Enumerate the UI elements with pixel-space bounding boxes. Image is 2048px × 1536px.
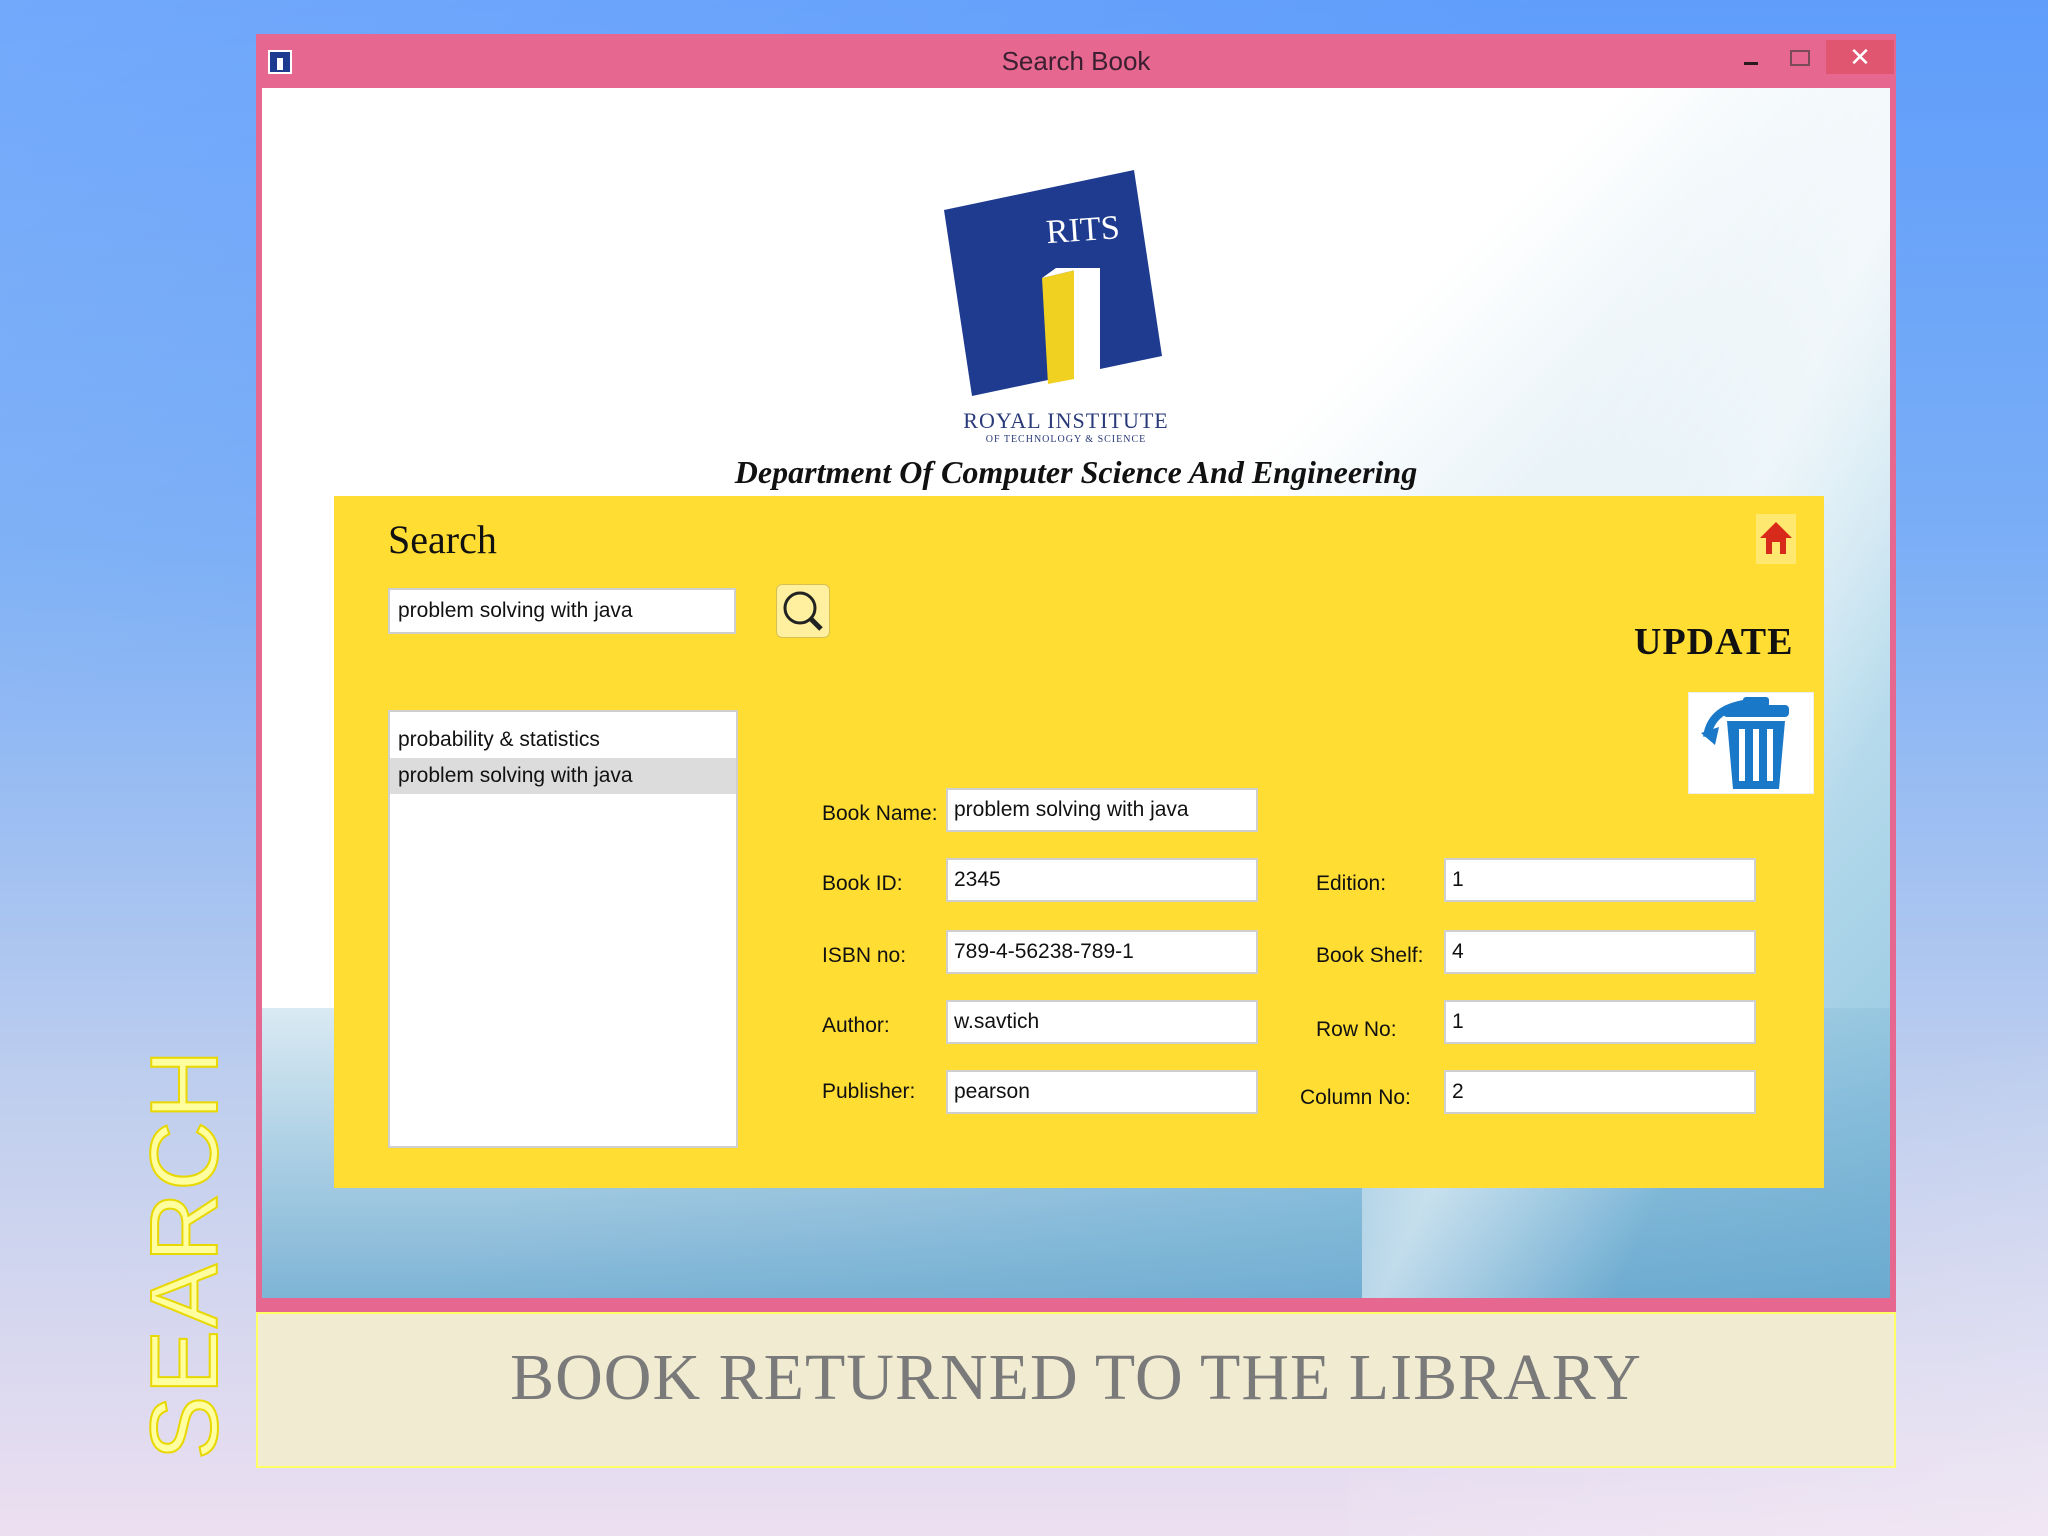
home-icon [1760,522,1792,554]
update-label[interactable]: UPDATE [1634,620,1793,664]
column-no-field[interactable] [1444,1070,1756,1114]
author-label: Author: [822,1014,890,1037]
search-results-list[interactable]: probability & statistics problem solving… [388,710,738,1148]
row-no-field[interactable] [1444,1000,1756,1044]
title-bar[interactable]: Search Book ✕ [256,34,1896,88]
close-button[interactable]: ✕ [1826,40,1894,74]
book-shelf-field[interactable] [1444,930,1756,974]
search-book-window: Search Book ✕ RITS ROYAL INSTITUTE OF TE… [256,34,1896,1312]
publisher-field[interactable] [946,1070,1258,1114]
edition-label: Edition: [1316,872,1387,895]
delete-button[interactable] [1688,692,1814,794]
search-panel: Search UPDATE [334,496,1824,1188]
magnifier-icon [783,591,823,631]
search-button[interactable] [776,584,830,638]
home-button[interactable] [1756,514,1796,564]
department-title: Department Of Computer Science And Engin… [734,454,1418,490]
list-item[interactable]: probability & statistics [390,722,736,758]
book-name-field[interactable] [946,788,1258,832]
window-content: RITS ROYAL INSTITUTE OF TECHNOLOGY & SCI… [262,88,1890,1298]
publisher-label: Publisher: [822,1080,916,1103]
book-id-label: Book ID: [822,872,903,895]
institute-name: ROYAL INSTITUTE [963,408,1169,433]
minimize-button[interactable] [1726,40,1774,74]
row-no-label: Row No: [1316,1018,1397,1041]
slide-title: SEARCH [130,1047,239,1461]
book-name-label: Book Name: [822,802,938,825]
rits-logo: RITS [944,170,1162,396]
list-item[interactable]: problem solving with java [390,758,736,794]
maximize-button[interactable] [1774,40,1822,74]
column-no-label: Column No: [1300,1086,1411,1109]
book-shelf-label: Book Shelf: [1316,944,1424,967]
window-title: Search Book [1001,46,1151,76]
isbn-field[interactable] [946,930,1258,974]
institute-subtitle: OF TECHNOLOGY & SCIENCE [985,434,1147,445]
book-id-field[interactable] [946,858,1258,902]
author-field[interactable] [946,1000,1258,1044]
isbn-label: ISBN no: [822,944,907,967]
edition-field[interactable] [1444,858,1756,902]
trash-icon [1701,697,1789,789]
search-input[interactable] [388,588,736,634]
search-heading: Search [388,517,497,562]
logo-text: RITS [1045,209,1121,251]
caption-bar: BOOK RETURNED TO THE LIBRARY [256,1312,1896,1468]
caption-text: BOOK RETURNED TO THE LIBRARY [510,1341,1642,1414]
